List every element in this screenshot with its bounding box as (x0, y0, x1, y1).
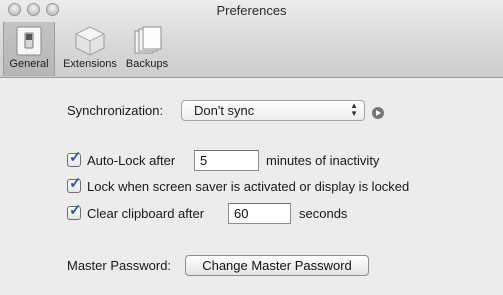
clear-clipboard-label: Clear clipboard after (87, 206, 205, 221)
checkmark-icon: ✓ (69, 175, 82, 192)
toolbar-item-extensions[interactable]: Extensions (60, 22, 120, 76)
sync-info-arrow-icon[interactable] (372, 107, 384, 119)
toolbar-label-extensions: Extensions (63, 58, 117, 70)
auto-lock-checkbox[interactable]: ✓ (67, 149, 82, 167)
clear-clipboard-checkbox[interactable]: ✓ (67, 202, 82, 220)
lock-screensaver-label: Lock when screen saver is activated or d… (87, 179, 410, 194)
change-master-password-button[interactable]: Change Master Password (185, 255, 369, 276)
sync-popup[interactable]: Don't sync ▲ ▼ (181, 100, 365, 121)
sync-label: Synchronization: (67, 103, 164, 118)
titlebar: Preferences General Extensions Backups (0, 0, 503, 78)
toolbar-label-backups: Backups (125, 58, 169, 70)
sync-popup-value: Don't sync (194, 103, 255, 118)
window-title: Preferences (216, 3, 287, 18)
clear-clipboard-suffix: seconds (299, 206, 348, 221)
toolbar-item-general[interactable]: General (3, 22, 55, 76)
auto-lock-minutes-field[interactable] (194, 150, 259, 171)
popup-arrows-icon: ▲ ▼ (350, 101, 358, 118)
clear-clipboard-seconds-field[interactable] (228, 203, 291, 224)
auto-lock-label: Auto-Lock after (87, 153, 176, 168)
extensions-icon (73, 25, 107, 60)
auto-lock-suffix: minutes of inactivity (266, 153, 380, 168)
toolbar-label-general: General (9, 58, 49, 70)
checkmark-icon: ✓ (69, 149, 82, 166)
general-switch-icon (14, 25, 44, 60)
checkmark-icon: ✓ (69, 202, 82, 219)
lock-screensaver-checkbox[interactable]: ✓ (67, 175, 82, 193)
toolbar-item-backups[interactable]: Backups (121, 22, 173, 76)
backups-documents-icon (131, 25, 163, 60)
preferences-window: Preferences General Extensions Backups S… (0, 0, 503, 295)
master-password-label: Master Password: (67, 258, 172, 273)
